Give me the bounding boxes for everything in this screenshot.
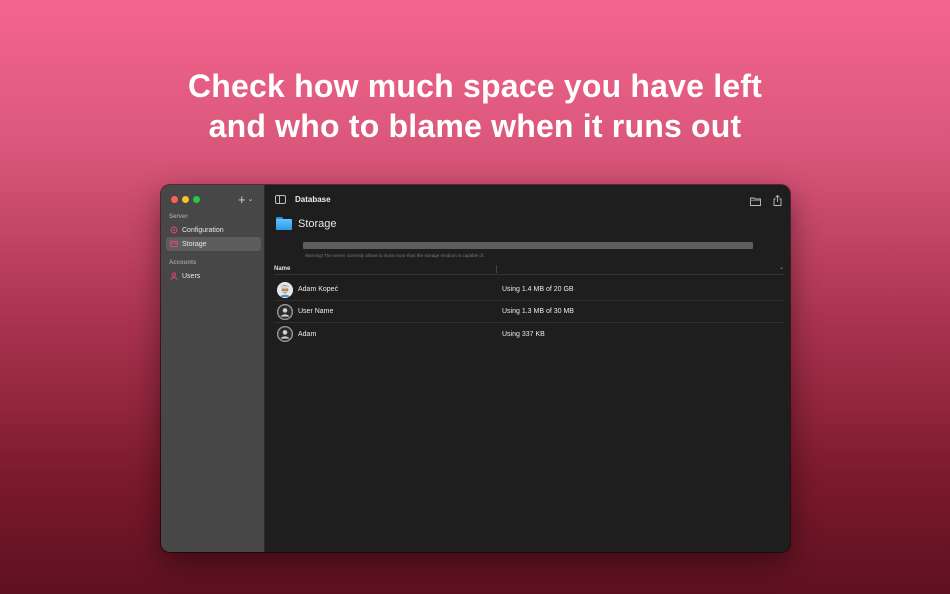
storage-icon xyxy=(170,240,178,248)
headline-line-2: and who to blame when it runs out xyxy=(208,108,742,144)
sidebar-item-configuration[interactable]: Configuration xyxy=(166,223,261,237)
table-row[interactable]: User Name Using 1.3 MB of 30 MB xyxy=(274,301,784,323)
sidebar-item-storage[interactable]: Storage xyxy=(166,237,261,251)
user-name: User Name xyxy=(298,308,334,315)
window-title: Database xyxy=(295,194,331,204)
chevron-down-icon: ⌄ xyxy=(247,196,254,203)
column-header-name[interactable]: Name xyxy=(274,266,496,272)
sidebar-item-users[interactable]: Users xyxy=(166,269,261,283)
share-icon[interactable] xyxy=(773,193,782,211)
main-content: Database Storage Warning! The server cur… xyxy=(265,185,790,552)
minimize-button[interactable] xyxy=(182,196,189,203)
default-avatar xyxy=(277,326,293,342)
user-name: Adam Kopeć xyxy=(298,286,339,293)
table-row[interactable]: Adam Kopeć Using 1.4 MB of 20 GB xyxy=(274,279,784,301)
user-icon xyxy=(170,272,178,280)
sidebar-item-label: Users xyxy=(182,272,201,280)
table-header: Name ⌄ xyxy=(274,263,784,275)
user-name: Adam xyxy=(298,330,317,338)
user-usage: Using 337 KB xyxy=(502,330,545,338)
column-separator[interactable] xyxy=(496,264,497,273)
table-row[interactable]: Adam Using 337 KB xyxy=(274,323,784,345)
sidebar: + ⌄ Server Configuration Storage Account… xyxy=(161,185,265,552)
chevron-down-icon[interactable]: ⌄ xyxy=(779,264,784,271)
user-usage: Using 1.3 MB of 30 MB xyxy=(502,308,574,315)
gear-icon xyxy=(170,226,178,234)
sidebar-toggle-icon[interactable] xyxy=(275,194,286,204)
close-button[interactable] xyxy=(171,196,178,203)
toolbar: Database xyxy=(265,185,790,213)
folder-button-icon[interactable] xyxy=(750,193,761,211)
plus-icon: + xyxy=(238,191,246,207)
sidebar-item-label: Configuration xyxy=(182,226,224,234)
sidebar-item-label: Storage xyxy=(182,240,207,248)
memoji-avatar xyxy=(277,281,293,298)
headline-line-1: Check how much space you have left xyxy=(187,68,763,104)
storage-header: Storage xyxy=(276,217,337,230)
headline: Check how much space you have left and w… xyxy=(0,66,950,146)
app-window: + ⌄ Server Configuration Storage Account… xyxy=(161,185,790,552)
toolbar-actions xyxy=(750,193,782,211)
storage-progress-fill xyxy=(303,242,753,249)
sidebar-section-server: Server xyxy=(169,214,188,220)
default-avatar xyxy=(277,303,293,320)
storage-progress-bar xyxy=(303,242,753,249)
add-menu-button[interactable]: + ⌄ xyxy=(238,191,253,207)
window-controls xyxy=(171,196,200,203)
storage-warning: Warning! The server currently allows to … xyxy=(305,253,485,258)
user-table: Adam Kopeć Using 1.4 MB of 20 GB User Na… xyxy=(274,279,784,345)
user-usage: Using 1.4 MB of 20 GB xyxy=(502,286,574,293)
page-title: Storage xyxy=(298,217,337,230)
zoom-button[interactable] xyxy=(193,196,200,203)
sidebar-section-accounts: Accounts xyxy=(169,260,197,266)
folder-icon xyxy=(276,217,292,230)
